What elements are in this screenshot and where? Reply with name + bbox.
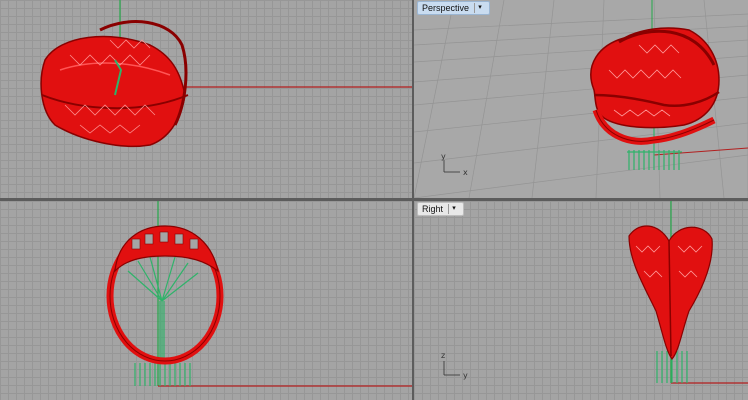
ring-model-front[interactable] bbox=[106, 225, 224, 365]
horizontal-splitter[interactable] bbox=[0, 198, 748, 201]
axis-y-label: y bbox=[463, 371, 468, 380]
ring-model-top[interactable] bbox=[40, 20, 189, 148]
front-view-canvas bbox=[106, 201, 412, 387]
chevron-down-icon[interactable]: ▾ bbox=[474, 3, 485, 13]
right-view-canvas: z y bbox=[441, 201, 748, 384]
axis-gizmo bbox=[443, 160, 460, 173]
viewport-name: Perspective bbox=[422, 3, 470, 13]
axis-z-label: z bbox=[441, 351, 445, 360]
axis-y-label: y bbox=[441, 152, 446, 161]
axis-gizmo bbox=[443, 361, 460, 376]
chevron-down-icon[interactable]: ▾ bbox=[448, 204, 459, 214]
support-structure bbox=[127, 256, 199, 386]
ring-model-right[interactable] bbox=[628, 225, 713, 360]
viewport-workspace: y x Perspective ▾ z y Right ▾ bbox=[0, 0, 748, 400]
ring-model-perspective[interactable] bbox=[590, 27, 720, 145]
perspective-view-canvas: y x bbox=[414, 0, 748, 198]
viewport-name: Right bbox=[422, 204, 444, 214]
perspective-viewport-label[interactable]: Perspective ▾ bbox=[417, 1, 491, 15]
right-viewport-label[interactable]: Right ▾ bbox=[417, 202, 465, 216]
top-view-canvas bbox=[40, 0, 412, 148]
perspective-viewport[interactable]: y x Perspective ▾ bbox=[414, 0, 748, 198]
top-viewport[interactable] bbox=[0, 0, 412, 198]
axis-x-label: x bbox=[463, 168, 468, 177]
front-viewport[interactable] bbox=[0, 201, 412, 400]
right-viewport[interactable]: z y Right ▾ bbox=[414, 201, 748, 400]
